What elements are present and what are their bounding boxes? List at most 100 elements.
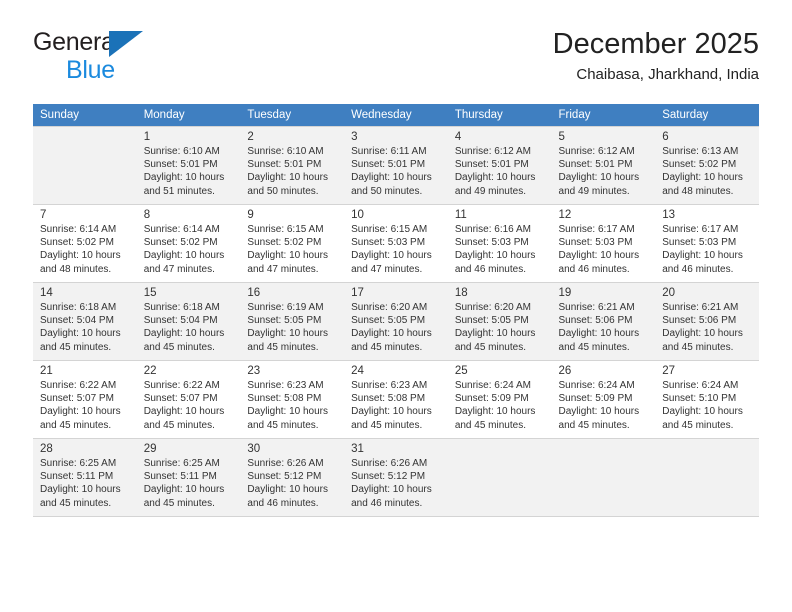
calendar-day-cell[interactable]: 7 Sunrise: 6:14 AM Sunset: 5:02 PM Daylig… [33,204,137,282]
day-number: 5 [558,131,565,143]
day-sun-details: Sunrise: 6:25 AM Sunset: 5:11 PM Dayligh… [143,458,225,509]
calendar-day-cell[interactable]: 6 Sunrise: 6:13 AM Sunset: 5:02 PM Daylig… [655,126,759,204]
day-cell-inner: 11 Sunrise: 6:16 AM Sunset: 5:03 PM Dayli… [447,204,552,282]
day-sun-details: Sunrise: 6:17 AM Sunset: 5:03 PM Dayligh… [662,224,743,275]
day-cell-inner: 15 Sunrise: 6:18 AM Sunset: 5:04 PM Dayli… [136,282,241,360]
day-cell-inner: 18 Sunrise: 6:20 AM Sunset: 5:05 PM Dayli… [447,282,552,360]
calendar-week-row: 1 Sunrise: 6:10 AM Sunset: 5:01 PM Daylig… [33,126,759,204]
calendar-week-row: 28 Sunrise: 6:25 AM Sunset: 5:11 PM Dayli… [33,438,759,516]
day-number: 2 [247,131,254,143]
day-number: 30 [247,443,261,455]
logo-text-blue: Blue [66,56,115,84]
calendar-day-cell[interactable]: 27 Sunrise: 6:24 AM Sunset: 5:10 PM Dayli… [655,360,759,438]
calendar-day-cell[interactable]: 8 Sunrise: 6:14 AM Sunset: 5:02 PM Daylig… [136,204,241,282]
day-number: 1 [143,131,151,143]
general-blue-logo[interactable]: General Blue [33,28,213,90]
day-sun-details: Sunrise: 6:23 AM Sunset: 5:08 PM Dayligh… [351,380,432,431]
page-title: December 2025 [552,28,759,60]
calendar-day-cell[interactable]: 17 Sunrise: 6:20 AM Sunset: 5:05 PM Dayli… [344,282,448,360]
logo-text-general: General [33,28,120,56]
calendar-day-cell[interactable]: 14 Sunrise: 6:18 AM Sunset: 5:04 PM Dayli… [33,282,137,360]
day-cell-inner: 23 Sunrise: 6:23 AM Sunset: 5:08 PM Dayli… [240,360,345,438]
day-number: 4 [454,131,462,143]
day-cell-inner: 3 Sunrise: 6:11 AM Sunset: 5:01 PM Daylig… [344,126,448,204]
day-cell-inner: 10 Sunrise: 6:15 AM Sunset: 5:03 PM Dayli… [344,204,448,282]
calendar-day-cell[interactable]: 22 Sunrise: 6:22 AM Sunset: 5:07 PM Dayli… [136,360,241,438]
calendar-day-cell[interactable]: 9 Sunrise: 6:15 AM Sunset: 5:02 PM Daylig… [240,204,345,282]
calendar-day-cell[interactable]: 20 Sunrise: 6:21 AM Sunset: 5:06 PM Dayli… [655,282,759,360]
day-cell-inner: 29 Sunrise: 6:25 AM Sunset: 5:11 PM Dayli… [136,438,241,516]
calendar-day-cell[interactable]: 2 Sunrise: 6:10 AM Sunset: 5:01 PM Daylig… [240,126,345,204]
calendar-table: Sunday Monday Tuesday Wednesday Thursday Frid… [33,104,759,516]
calendar-empty-cell [551,438,656,516]
calendar-day-cell[interactable]: 25 Sunrise: 6:24 AM Sunset: 5:09 PM Dayli… [447,360,552,438]
calendar-day-cell[interactable]: 23 Sunrise: 6:23 AM Sunset: 5:08 PM Dayli… [240,360,345,438]
day-cell-inner: 12 Sunrise: 6:17 AM Sunset: 5:03 PM Dayli… [551,204,656,282]
day-number: 8 [143,209,151,221]
day-cell-inner [33,126,137,204]
day-number: 19 [558,287,572,299]
day-sun-details: Sunrise: 6:26 AM Sunset: 5:12 PM Dayligh… [351,458,432,509]
day-sun-details: Sunrise: 6:24 AM Sunset: 5:10 PM Dayligh… [662,380,743,431]
weekday-header-wednesday: Wednesday [344,104,448,126]
calendar-week-row: 7 Sunrise: 6:14 AM Sunset: 5:02 PM Daylig… [33,204,759,282]
calendar-day-cell[interactable]: 4 Sunrise: 6:12 AM Sunset: 5:01 PM Daylig… [447,126,552,204]
day-sun-details: Sunrise: 6:21 AM Sunset: 5:06 PM Dayligh… [558,302,640,353]
calendar-empty-cell [33,126,137,204]
calendar-day-cell[interactable]: 1 Sunrise: 6:10 AM Sunset: 5:01 PM Daylig… [136,126,241,204]
day-cell-inner: 19 Sunrise: 6:21 AM Sunset: 5:06 PM Dayli… [551,282,656,360]
day-cell-inner: 2 Sunrise: 6:10 AM Sunset: 5:01 PM Daylig… [240,126,345,204]
day-sun-details: Sunrise: 6:19 AM Sunset: 5:05 PM Dayligh… [247,302,329,353]
day-sun-details: Sunrise: 6:12 AM Sunset: 5:01 PM Dayligh… [558,146,640,197]
calendar-day-cell[interactable]: 28 Sunrise: 6:25 AM Sunset: 5:11 PM Dayli… [33,438,137,516]
day-cell-inner: 9 Sunrise: 6:15 AM Sunset: 5:02 PM Daylig… [240,204,345,282]
calendar-day-cell[interactable]: 18 Sunrise: 6:20 AM Sunset: 5:05 PM Dayli… [447,282,552,360]
day-sun-details: Sunrise: 6:23 AM Sunset: 5:08 PM Dayligh… [247,380,329,431]
day-number: 6 [662,131,669,143]
day-number: 29 [143,443,157,455]
calendar-day-cell[interactable]: 15 Sunrise: 6:18 AM Sunset: 5:04 PM Dayli… [136,282,241,360]
day-number [662,442,753,457]
day-number: 10 [351,209,364,221]
day-sun-details: Sunrise: 6:18 AM Sunset: 5:04 PM Dayligh… [40,302,121,353]
day-sun-details: Sunrise: 6:26 AM Sunset: 5:12 PM Dayligh… [247,458,329,509]
day-cell-inner [551,438,656,516]
day-sun-details: Sunrise: 6:12 AM Sunset: 5:01 PM Dayligh… [454,146,536,197]
day-number: 20 [662,287,676,299]
calendar-day-cell[interactable]: 21 Sunrise: 6:22 AM Sunset: 5:07 PM Dayli… [33,360,137,438]
calendar-page: General Blue December 2025 Chaibasa, Jha… [0,0,792,612]
day-sun-details: Sunrise: 6:16 AM Sunset: 5:03 PM Dayligh… [454,224,536,275]
day-cell-inner: 27 Sunrise: 6:24 AM Sunset: 5:10 PM Dayli… [655,360,759,438]
calendar-day-cell[interactable]: 10 Sunrise: 6:15 AM Sunset: 5:03 PM Dayli… [344,204,448,282]
day-cell-inner: 13 Sunrise: 6:17 AM Sunset: 5:03 PM Dayli… [655,204,759,282]
calendar-day-cell[interactable]: 19 Sunrise: 6:21 AM Sunset: 5:06 PM Dayli… [551,282,656,360]
calendar-day-cell[interactable]: 13 Sunrise: 6:17 AM Sunset: 5:03 PM Dayli… [655,204,759,282]
day-cell-inner: 20 Sunrise: 6:21 AM Sunset: 5:06 PM Dayli… [655,282,759,360]
day-sun-details: Sunrise: 6:22 AM Sunset: 5:07 PM Dayligh… [40,380,121,431]
day-sun-details: Sunrise: 6:20 AM Sunset: 5:05 PM Dayligh… [454,302,536,353]
blue-triangle-logo-mark-icon [109,31,143,57]
calendar-day-cell[interactable]: 16 Sunrise: 6:19 AM Sunset: 5:05 PM Dayli… [240,282,345,360]
calendar-day-cell[interactable]: 11 Sunrise: 6:16 AM Sunset: 5:03 PM Dayli… [447,204,552,282]
calendar-day-cell[interactable]: 3 Sunrise: 6:11 AM Sunset: 5:01 PM Daylig… [344,126,448,204]
calendar-day-cell[interactable]: 5 Sunrise: 6:12 AM Sunset: 5:01 PM Daylig… [551,126,656,204]
day-cell-inner: 25 Sunrise: 6:24 AM Sunset: 5:09 PM Dayli… [447,360,552,438]
day-number: 14 [40,287,53,299]
day-number: 27 [662,365,676,377]
day-sun-details: Sunrise: 6:11 AM Sunset: 5:01 PM Dayligh… [351,146,432,197]
calendar-day-cell[interactable]: 24 Sunrise: 6:23 AM Sunset: 5:08 PM Dayli… [344,360,448,438]
calendar-day-cell[interactable]: 30 Sunrise: 6:26 AM Sunset: 5:12 PM Dayli… [240,438,345,516]
calendar-day-cell[interactable]: 31 Sunrise: 6:26 AM Sunset: 5:12 PM Dayli… [344,438,448,516]
calendar-day-cell[interactable]: 29 Sunrise: 6:25 AM Sunset: 5:11 PM Dayli… [136,438,241,516]
day-sun-details: Sunrise: 6:14 AM Sunset: 5:02 PM Dayligh… [40,224,121,275]
day-cell-inner: 30 Sunrise: 6:26 AM Sunset: 5:12 PM Dayli… [240,438,345,516]
weekday-header-friday: Friday [551,104,656,126]
weekday-header-tuesday: Tuesday [240,104,345,126]
calendar-day-cell[interactable]: 12 Sunrise: 6:17 AM Sunset: 5:03 PM Dayli… [551,204,656,282]
day-number: 22 [143,365,157,377]
calendar-day-cell[interactable]: 26 Sunrise: 6:24 AM Sunset: 5:09 PM Dayli… [551,360,656,438]
day-sun-details: Sunrise: 6:18 AM Sunset: 5:04 PM Dayligh… [143,302,225,353]
day-cell-inner [447,438,552,516]
calendar-header-row: Sunday Monday Tuesday Wednesday Thursday Frid… [33,104,759,126]
day-cell-inner [655,438,759,516]
